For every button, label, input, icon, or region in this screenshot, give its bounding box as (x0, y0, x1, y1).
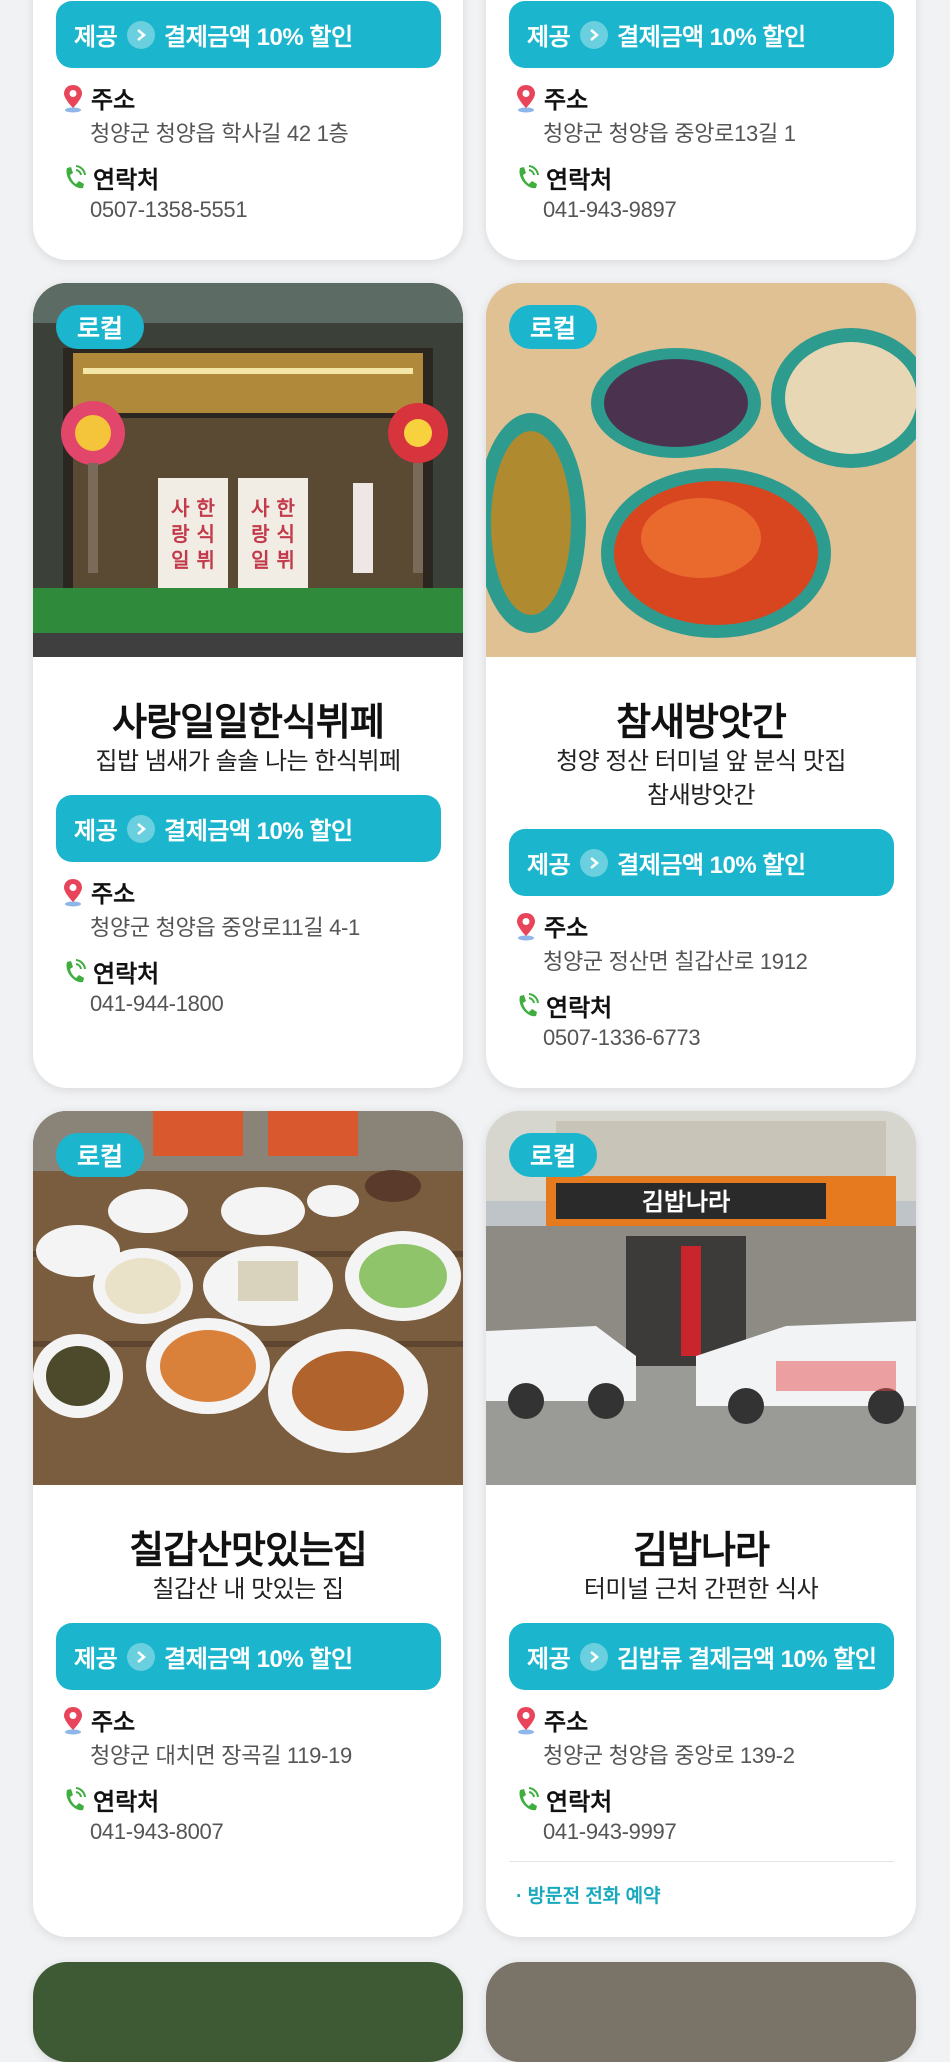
restaurant-card-6[interactable]: 김밥나라 로컬 김밥나라 터미널 근처 간편한 식사 제공 김밥류 결제금액 1… (486, 1111, 916, 1937)
restaurant-name: 사랑일일한식뷔페 (112, 702, 385, 744)
offer-text: 결제금액 10% 할인 (164, 1646, 353, 1673)
phone-value[interactable]: 0507-1336-6773 (543, 1025, 701, 1051)
local-badge: 로컬 (509, 305, 597, 349)
address-label: 주소 (61, 80, 135, 115)
address-value: 청양군 청양읍 중앙로 139-2 (543, 1743, 795, 1768)
phone-icon (519, 164, 539, 188)
restaurant-photo (486, 1962, 916, 2062)
location-pin-icon (517, 912, 535, 940)
offer-text: 결제금액 10% 할인 (617, 24, 806, 51)
restaurant-description-line-1: 청양 정산 터미널 앞 분식 맛집 (556, 748, 846, 775)
address-label: 주소 (61, 874, 135, 909)
restaurant-description-line-2: 참새방앗간 (647, 782, 755, 809)
contact-label: 연락처 (514, 988, 612, 1023)
offer-label: 제공 (527, 24, 571, 51)
local-badge: 로컬 (56, 1133, 144, 1177)
offer-bar: 제공 김밥류 결제금액 10% 할인 (509, 1623, 894, 1690)
phone-icon (519, 1786, 539, 1810)
offer-label: 제공 (527, 1646, 571, 1673)
restaurant-description: 칠갑산 내 맛있는 집 (152, 1576, 344, 1603)
location-pin-icon (64, 878, 82, 906)
offer-text: 결제금액 10% 할인 (617, 852, 806, 879)
svg-text:일 뷔: 일 뷔 (251, 548, 295, 572)
phone-icon (66, 164, 86, 188)
offer-text: 결제금액 10% 할인 (164, 818, 353, 845)
phone-icon (66, 958, 86, 982)
chevron-right-icon (127, 20, 156, 49)
svg-text:사 한: 사 한 (251, 496, 295, 520)
offer-bar: 제공 결제금액 10% 할인 (509, 829, 894, 896)
location-pin-icon (64, 1706, 82, 1734)
local-badge: 로컬 (56, 305, 144, 349)
offer-label: 제공 (527, 852, 571, 879)
restaurant-name: 김밥나라 (633, 1530, 770, 1572)
restaurant-card-8[interactable] (486, 1962, 916, 2062)
offer-bar: 제공 결제금액 10% 할인 (509, 1, 894, 68)
restaurant-card-5[interactable]: 로컬 칠갑산맛있는집 칠갑산 내 맛있는 집 제공 결제금액 10% 할인 주소… (33, 1111, 463, 1937)
contact-label: 연락처 (514, 160, 612, 195)
phone-icon (66, 1786, 86, 1810)
address-value: 청양군 청양읍 학사길 42 1층 (90, 121, 349, 146)
chevron-right-icon (580, 20, 609, 49)
svg-text:일 뷔: 일 뷔 (171, 548, 215, 572)
address-value: 청양군 청양읍 중앙로13길 1 (543, 121, 796, 146)
chevron-right-icon (127, 1642, 156, 1671)
offer-label: 제공 (74, 24, 118, 51)
restaurant-description: 집밥 냄새가 솔솔 나는 한식뷔페 (95, 748, 401, 775)
phone-value[interactable]: 041-943-9997 (543, 1819, 677, 1845)
chevron-right-icon (580, 848, 609, 877)
contact-label: 연락처 (61, 1782, 159, 1817)
local-badge: 로컬 (509, 1133, 597, 1177)
address-label: 주소 (514, 908, 588, 943)
phone-value[interactable]: 041-943-8007 (90, 1819, 224, 1845)
phone-value[interactable]: 041-943-9897 (543, 197, 677, 223)
reservation-note: · 방문전 전화 예약 (516, 1886, 661, 1907)
location-pin-icon (517, 1706, 535, 1734)
restaurant-card-4[interactable]: 로컬 참새방앗간 청양 정산 터미널 앞 분식 맛집 참새방앗간 제공 결제금액… (486, 283, 916, 1088)
location-pin-icon (517, 84, 535, 112)
restaurant-photo (33, 1962, 463, 2062)
restaurant-name: 참새방앗간 (616, 702, 787, 744)
restaurant-card-1[interactable]: 제공 결제금액 10% 할인 주소 청양군 청양읍 학사길 42 1층 연락처 … (33, 0, 463, 260)
offer-label: 제공 (74, 818, 118, 845)
address-label: 주소 (514, 1702, 588, 1737)
offer-text: 김밥류 결제금액 10% 할인 (617, 1646, 877, 1673)
restaurant-card-7[interactable] (33, 1962, 463, 2062)
restaurant-name: 칠갑산맛있는집 (129, 1530, 368, 1572)
contact-label: 연락처 (61, 954, 159, 989)
restaurant-card-3[interactable]: 사 한 랑 식 일 뷔 사 한 랑 식 일 뷔 로컬 사랑일일한식뷔페 집밥 냄… (33, 283, 463, 1088)
address-value: 청양군 대치면 장곡길 119-19 (90, 1743, 352, 1768)
address-label: 주소 (61, 1702, 135, 1737)
divider (509, 1861, 894, 1862)
address-value: 청양군 청양읍 중앙로11길 4-1 (90, 915, 360, 940)
chevron-right-icon (580, 1642, 609, 1671)
phone-value[interactable]: 041-944-1800 (90, 991, 224, 1017)
address-label: 주소 (514, 80, 588, 115)
contact-label: 연락처 (61, 160, 159, 195)
phone-value[interactable]: 0507-1358-5551 (90, 197, 248, 223)
offer-bar: 제공 결제금액 10% 할인 (56, 1, 441, 68)
svg-text:김밥나라: 김밥나라 (642, 1188, 730, 1216)
address-value: 청양군 정산면 칠갑산로 1912 (543, 949, 808, 974)
svg-text:랑 식: 랑 식 (171, 522, 215, 546)
offer-text: 결제금액 10% 할인 (164, 24, 353, 51)
offer-bar: 제공 결제금액 10% 할인 (56, 795, 441, 862)
offer-bar: 제공 결제금액 10% 할인 (56, 1623, 441, 1690)
offer-label: 제공 (74, 1646, 118, 1673)
contact-label: 연락처 (514, 1782, 612, 1817)
svg-text:랑 식: 랑 식 (251, 522, 295, 546)
chevron-right-icon (127, 814, 156, 843)
restaurant-description: 터미널 근처 간편한 식사 (583, 1576, 819, 1603)
phone-icon (519, 992, 539, 1016)
location-pin-icon (64, 84, 82, 112)
restaurant-card-2[interactable]: 제공 결제금액 10% 할인 주소 청양군 청양읍 중앙로13길 1 연락처 0… (486, 0, 916, 260)
svg-text:사 한: 사 한 (171, 496, 215, 520)
